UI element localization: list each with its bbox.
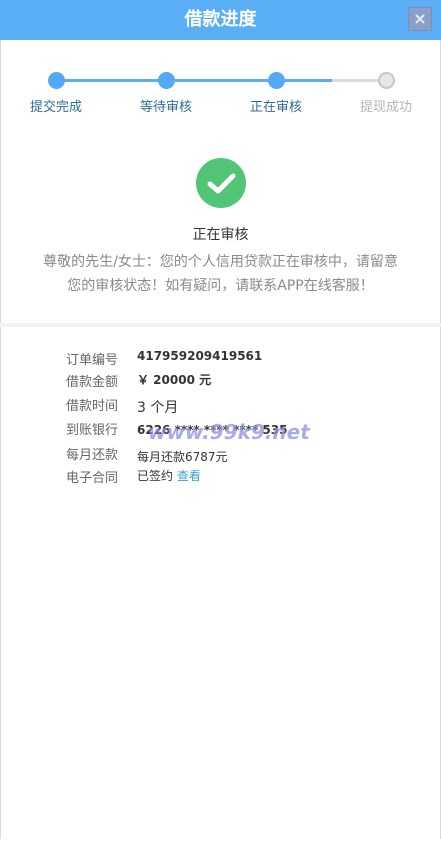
step-connector xyxy=(277,79,332,82)
order-no-value: 417959209419561 xyxy=(137,349,263,363)
step-dot-reviewing xyxy=(268,72,285,89)
contract-label: 电子合同 xyxy=(65,471,118,486)
progress-steps: 提交完成 等待审核 正在审核 提现成功 xyxy=(0,62,441,122)
watermark: www.99k9.net xyxy=(148,420,310,444)
check-circle-icon xyxy=(196,158,246,208)
section-divider xyxy=(0,323,441,327)
detail-row-term: 借款时间 3 个月 xyxy=(0,395,441,417)
detail-row-contract: 电子合同 已签约 查看 xyxy=(0,467,441,489)
step-dot-submitted xyxy=(48,72,65,89)
term-label: 借款时间 xyxy=(65,399,118,414)
detail-row-amount: 借款金额 ￥ 20000 元 xyxy=(0,371,441,393)
step-dot-withdrawn xyxy=(378,72,395,89)
contract-status: 已签约 xyxy=(137,469,174,483)
status-description: 尊敬的先生/女士：您的个人信用贷款正在审核中，请留意您的审核状态！如有疑问，请联… xyxy=(43,254,398,294)
step-connector xyxy=(57,79,167,82)
status-title: 正在审核 xyxy=(192,227,249,243)
bank-label: 到账银行 xyxy=(65,423,118,438)
step-label-waiting: 等待审核 xyxy=(139,100,192,115)
close-button[interactable]: × xyxy=(408,7,432,31)
term-value: 3 个月 xyxy=(137,400,179,416)
app-header: 借款进度 × xyxy=(0,0,441,40)
step-dot-waiting xyxy=(158,72,175,89)
detail-row-order: 订单编号 417959209419561 xyxy=(0,349,441,371)
step-label-withdrawn: 提现成功 xyxy=(359,100,412,115)
detail-row-monthly: 每月还款 每月还款6787元 xyxy=(0,444,441,466)
order-no-label: 订单编号 xyxy=(65,353,118,368)
amount-label: 借款金额 xyxy=(65,375,118,390)
view-contract-link[interactable]: 查看 xyxy=(177,469,201,483)
amount-value: ￥ 20000 元 xyxy=(137,373,212,387)
contract-value: 已签约 查看 xyxy=(137,467,201,484)
monthly-value: 每月还款6787元 xyxy=(137,450,228,464)
step-label-reviewing: 正在审核 xyxy=(249,100,302,115)
step-connector xyxy=(167,79,277,82)
page-title: 借款进度 xyxy=(184,9,257,30)
monthly-label: 每月还款 xyxy=(65,448,118,463)
step-label-submitted: 提交完成 xyxy=(29,100,82,115)
